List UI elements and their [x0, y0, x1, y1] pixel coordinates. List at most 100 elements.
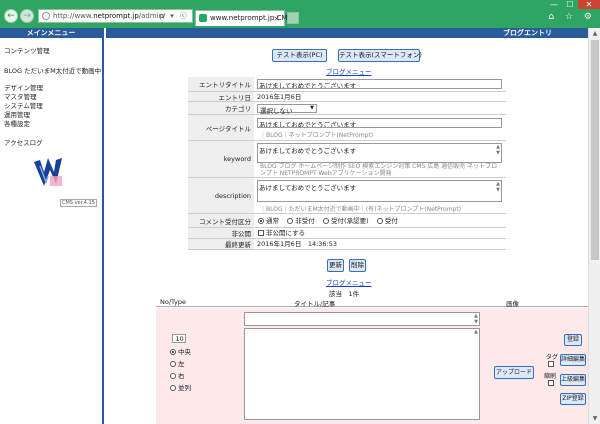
new-tab-button[interactable] — [287, 12, 299, 24]
page-title-hint: ｜BLOG｜ネットプロンプト(NetPrompt) — [260, 132, 374, 139]
comment-option-normal: 通常 — [266, 217, 279, 225]
scrollbar-thumb[interactable] — [591, 40, 599, 260]
col-no-type: No/Type — [160, 298, 186, 306]
keyword-hint: BLOG ブログ ホームページ制作 SEO 検索エンジン対策 CMS 広島 通信… — [260, 163, 498, 177]
form-row-keyword: keyword あけましておめでとうございます ▲ ▼ BLOG ブログ ホームペ… — [188, 141, 506, 178]
blog-menu-link[interactable]: ブログメニュー — [326, 66, 372, 76]
comment-option-none: 非受付 — [295, 217, 315, 225]
page-icon — [42, 12, 50, 20]
keyword-value: あけましておめでとうございます — [259, 147, 357, 155]
form-row-description: description あけましておめでとうございます ▲ ▼ ｜BLOG｜ただい… — [188, 178, 506, 214]
form-row-updated: 最終更新 2016年1月6日 14:36:53 — [188, 239, 506, 250]
sidebar-item-contents[interactable]: コンテンツ管理 — [4, 45, 50, 55]
form-row-date: エントリ日 2016年1月6日 — [188, 92, 506, 102]
date-label: エントリ日 — [188, 92, 254, 102]
align-radio-center[interactable] — [170, 349, 176, 355]
shrink-checkbox[interactable] — [548, 380, 554, 386]
align-left-label: 左 — [178, 360, 185, 368]
browser-tab[interactable]: www.netprompt.jp CMS4 × — [195, 10, 296, 26]
cms-version: CMS ver.4.15 — [60, 199, 97, 207]
align-radio-left[interactable] — [170, 361, 176, 367]
entry-title-input[interactable]: あけましておめでとうございます — [257, 79, 502, 89]
article-number-input[interactable]: 10 — [172, 334, 186, 343]
title-label: エントリタイトル — [188, 77, 254, 91]
shrink-label: 縮刷 — [544, 373, 557, 380]
description-value: あけましておめでとうございます — [259, 184, 357, 192]
tag-checkbox[interactable] — [548, 361, 554, 367]
zip-register-button[interactable]: ZIP登録 — [560, 393, 586, 405]
sidebar: メインメニュー コンテンツ管理 BLOG ただいまM太付近で動画中 デザイン管理… — [0, 28, 104, 424]
scroll-up-icon[interactable]: ▲ — [589, 30, 600, 37]
tag-label: タグ — [546, 354, 559, 361]
scroll-down-icon[interactable]: ▼ — [589, 415, 600, 422]
minimize-icon[interactable]: — — [546, 0, 562, 9]
comment-radio-accept[interactable] — [376, 218, 383, 224]
register-button[interactable]: 登録 — [564, 334, 582, 346]
category-label: カテゴリ — [188, 102, 254, 114]
align-options: 中央 左 右 並列 — [170, 346, 191, 394]
maximize-icon[interactable]: ☐ — [562, 0, 578, 9]
comment-radio-none[interactable] — [287, 218, 294, 224]
comment-option-accept: 受付 — [384, 217, 398, 225]
description-hint: ｜BLOG｜ただいまM太付近で動画中｜(有)ネットプロンプト(NetPrompt… — [260, 206, 462, 213]
form-row-private: 非公開 非公開にする — [188, 228, 506, 239]
textarea-scroll-icon: ▲ ▼ — [496, 181, 500, 193]
netprompt-logo — [34, 158, 62, 186]
page-title-input[interactable]: あけましておめでとうございます — [257, 118, 502, 128]
tab-title: www.netprompt.jp CMS4 — [210, 14, 297, 22]
keyword-textarea[interactable]: あけましておめでとうございます ▲ ▼ — [257, 143, 502, 163]
article-title-textarea[interactable]: ▲ ▼ — [244, 312, 480, 326]
description-textarea[interactable]: あけましておめでとうございます ▲ ▼ — [257, 180, 502, 202]
sidebar-item-settings[interactable]: 各種設定 — [4, 118, 30, 128]
comment-label: コメント受付区分 — [188, 214, 254, 227]
blog-menu-link-bottom[interactable]: ブログメニュー — [326, 277, 372, 287]
align-radio-right[interactable] — [170, 373, 176, 379]
favicon-icon — [199, 14, 207, 22]
page-title-label: ページタイトル — [188, 115, 254, 140]
forward-arrow-icon[interactable]: → — [20, 9, 34, 23]
align-parallel-label: 並列 — [178, 384, 191, 392]
comment-option-approval: 受付(承認要) — [331, 217, 369, 225]
detail-edit-button[interactable]: 詳細編集 — [560, 354, 586, 366]
advanced-edit-button[interactable]: 上級編集 — [560, 374, 586, 386]
preview-smartphone-button[interactable]: テスト表示(スマートフォン) — [338, 49, 422, 62]
address-tools-icons[interactable]: ρ ▾ ⓒ — [160, 10, 189, 22]
updated-value: 2016年1月6日 14:36:53 — [257, 240, 338, 248]
description-label: description — [188, 178, 254, 213]
align-radio-parallel[interactable] — [170, 385, 176, 391]
textarea-scroll-icon: ▲ — [474, 329, 478, 335]
back-arrow-icon[interactable]: ← — [4, 9, 18, 23]
article-table-header: No/Type タイトル/記事 画像 — [156, 298, 588, 308]
update-button[interactable]: 更新 — [327, 259, 344, 272]
comment-radio-normal[interactable] — [258, 218, 264, 224]
category-select[interactable]: 選択しない ▼ — [257, 104, 317, 115]
window-controls: — ☐ ✕ — [546, 0, 600, 10]
delete-button[interactable]: 削除 — [349, 259, 366, 272]
sidebar-header: メインメニュー — [0, 28, 102, 38]
textarea-scroll-icon: ▲ ▼ — [496, 144, 500, 156]
vertical-scrollbar[interactable]: ▲ ▼ — [588, 28, 600, 424]
sidebar-item-blog[interactable]: BLOG ただいまM太付近で動画中 — [4, 65, 101, 75]
entry-date-value: 2016年1月6日 — [257, 93, 302, 101]
col-image: 画像 — [506, 300, 519, 308]
form-row-category: カテゴリ 選択しない ▼ — [188, 102, 506, 115]
form-row-title: エントリタイトル あけましておめでとうございます — [188, 77, 506, 92]
private-checkbox[interactable] — [258, 230, 264, 236]
article-body-textarea[interactable]: ▲ — [244, 328, 480, 420]
window-close-icon[interactable]: ✕ — [578, 0, 600, 9]
comment-radio-approval[interactable] — [323, 218, 330, 224]
updated-label: 最終更新 — [188, 239, 254, 249]
preview-pc-button[interactable]: テスト表示(PC) — [272, 49, 327, 62]
align-center-label: 中央 — [178, 348, 191, 356]
home-star-gear-icons[interactable]: ⌂ ☆ ⚙ — [548, 12, 596, 22]
main-header: ブログエントリ — [106, 28, 588, 38]
page-content: メインメニュー コンテンツ管理 BLOG ただいまM太付近で動画中 デザイン管理… — [0, 28, 588, 424]
tab-close-icon[interactable]: × — [273, 11, 280, 26]
category-selected: 選択しない — [260, 107, 293, 115]
col-title-article: タイトル/記事 — [294, 300, 336, 308]
address-bar[interactable]: http://www.netprompt.jp/admin/ ρ ▾ ⓒ — [38, 9, 193, 23]
align-right-label: 右 — [178, 372, 185, 380]
url-domain: netprompt.jp — [93, 12, 139, 20]
sidebar-item-access-log[interactable]: アクセスログ — [4, 137, 43, 147]
upload-button[interactable]: アップロード — [494, 366, 534, 379]
